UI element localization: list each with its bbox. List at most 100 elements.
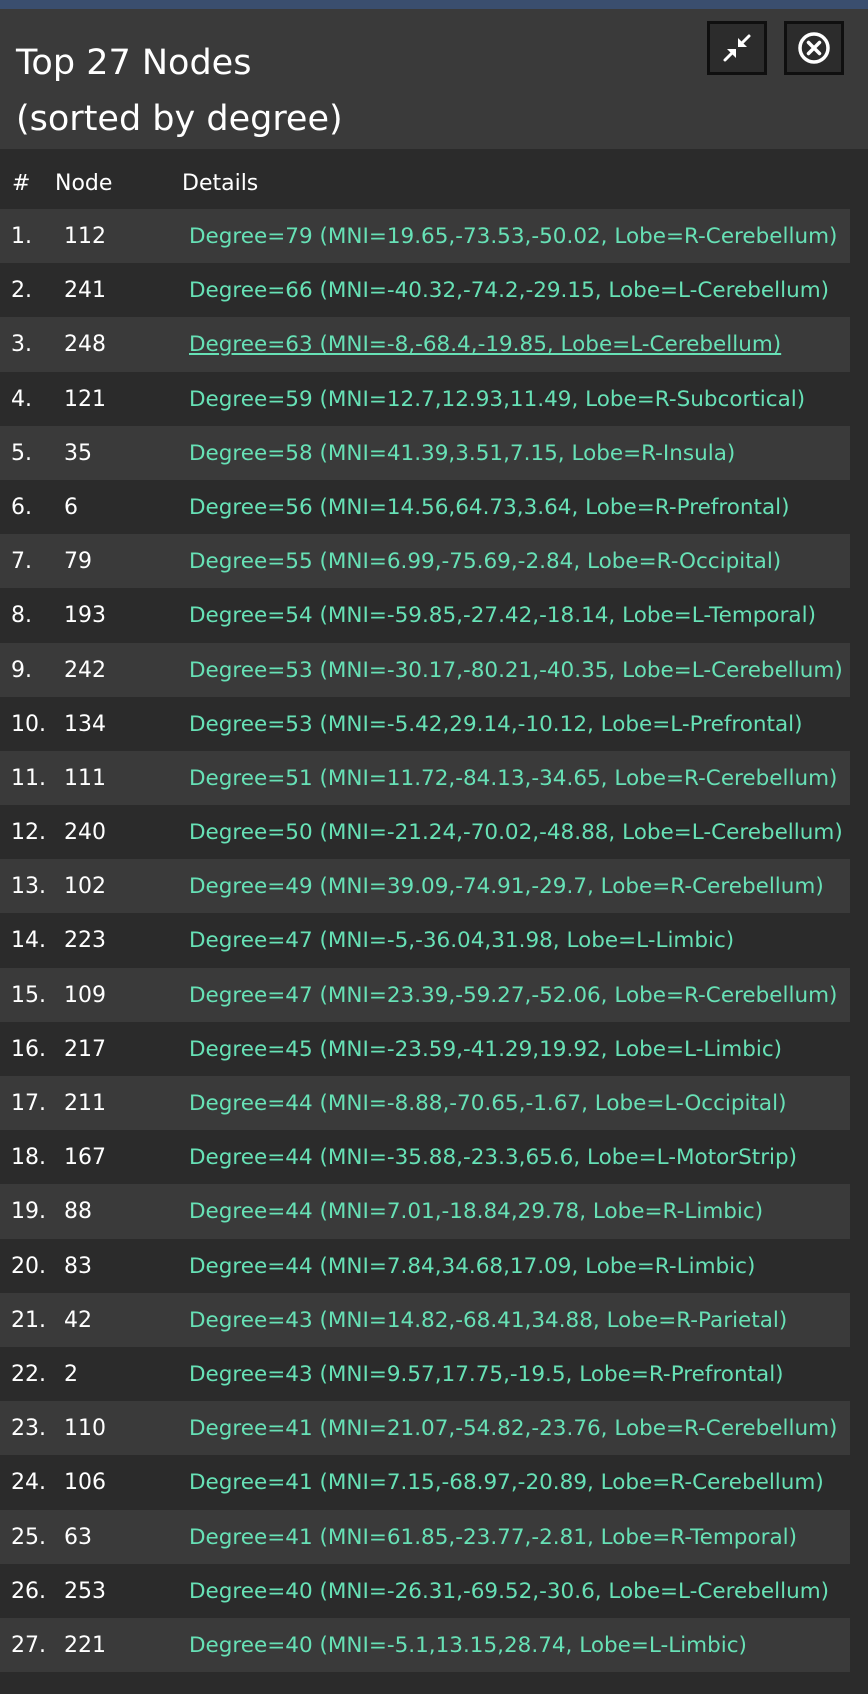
node-details-link[interactable]: Degree=63 (MNI=-8,-68.4,-19.85, Lobe=L-C… [189, 332, 781, 357]
table-row: 21. 42 Degree=43 (MNI=14.82,-68.41,34.88, … [0, 1292, 850, 1347]
row-number: 7. [11, 549, 32, 575]
node-table-body: 1. 112 Degree=79 (MNI=19.65,-73.53,-50.02,… [0, 209, 868, 1673]
table-row: 15. 109 Degree=47 (MNI=23.39,-59.27,-52.06… [0, 967, 850, 1022]
row-number: 12. [11, 820, 46, 846]
row-number: 8. [11, 603, 32, 629]
node-details-link[interactable]: Degree=44 (MNI=7.84,34.68,17.09, Lobe=R-… [189, 1254, 755, 1279]
row-number: 16. [11, 1036, 46, 1062]
table-row: 17. 211 Degree=44 (MNI=-8.88,-70.65,-1.67,… [0, 1076, 850, 1131]
node-id: 193 [64, 603, 106, 629]
table-row: 4. 121 Degree=59 (MNI=12.7,12.93,11.49, Lo… [0, 371, 850, 426]
node-id: 242 [64, 657, 106, 683]
node-details-link[interactable]: Degree=40 (MNI=-26.31,-69.52,-30.6, Lobe… [189, 1579, 829, 1604]
row-number: 22. [11, 1361, 46, 1387]
node-id: 253 [64, 1578, 106, 1604]
panel-title-line1: Top 27 Nodes [16, 43, 252, 83]
node-id: 134 [64, 711, 106, 737]
table-row: 10. 134 Degree=53 (MNI=-5.42,29.14,-10.12,… [0, 696, 850, 751]
node-details-link[interactable]: Degree=47 (MNI=-5,-36.04,31.98, Lobe=L-L… [189, 928, 734, 953]
node-id: 102 [64, 874, 106, 900]
node-details-link[interactable]: Degree=50 (MNI=-21.24,-70.02,-48.88, Lob… [189, 820, 843, 845]
node-details-link[interactable]: Degree=49 (MNI=39.09,-74.91,-29.7, Lobe=… [189, 874, 824, 899]
node-details-link[interactable]: Degree=55 (MNI=6.99,-75.69,-2.84, Lobe=R… [189, 549, 781, 574]
node-id: 211 [64, 1091, 106, 1116]
node-id: 223 [64, 928, 106, 954]
node-id: 110 [64, 1416, 106, 1442]
table-row: 23. 110 Degree=41 (MNI=21.07,-54.82,-23.76… [0, 1401, 850, 1456]
node-id: 221 [64, 1632, 106, 1658]
node-details-link[interactable]: Degree=45 (MNI=-23.59,-41.29,19.92, Lobe… [189, 1037, 782, 1062]
table-row: 3. 248 Degree=63 (MNI=-8,-68.4,-19.85, Lob… [0, 317, 850, 372]
node-id: 2 [64, 1361, 78, 1387]
node-details-link[interactable]: Degree=79 (MNI=19.65,-73.53,-50.02, Lobe… [189, 224, 837, 249]
row-number: 14. [11, 928, 46, 954]
column-header-details: Details [182, 171, 259, 196]
panel-header: Top 27 Nodes (sorted by degree) [0, 9, 868, 149]
node-details-link[interactable]: Degree=41 (MNI=7.15,-68.97,-20.89, Lobe=… [189, 1470, 824, 1495]
node-id: 121 [64, 386, 106, 412]
node-id: 83 [64, 1253, 92, 1279]
node-details-link[interactable]: Degree=40 (MNI=-5.1,13.15,28.74, Lobe=L-… [189, 1633, 747, 1658]
table-row: 16. 217 Degree=45 (MNI=-23.59,-41.29,19.92… [0, 1021, 850, 1076]
column-header-number: # [12, 171, 31, 196]
node-details-link[interactable]: Degree=53 (MNI=-30.17,-80.21,-40.35, Lob… [189, 658, 843, 683]
table-row: 18. 167 Degree=44 (MNI=-35.88,-23.3,65.6, … [0, 1130, 850, 1185]
node-details-link[interactable]: Degree=54 (MNI=-59.85,-27.42,-18.14, Lob… [189, 603, 816, 628]
row-number: 18. [11, 1145, 46, 1171]
close-circle-icon [798, 32, 830, 64]
node-details-link[interactable]: Degree=44 (MNI=7.01,-18.84,29.78, Lobe=R… [189, 1199, 763, 1224]
node-details-link[interactable]: Degree=44 (MNI=-35.88,-23.3,65.6, Lobe=L… [189, 1145, 797, 1170]
table-header: # Node Details [0, 159, 868, 209]
node-id: 241 [64, 278, 106, 304]
row-number: 26. [11, 1578, 46, 1604]
table-row: 11. 111 Degree=51 (MNI=11.72,-84.13,-34.65… [0, 750, 850, 806]
node-details-link[interactable]: Degree=51 (MNI=11.72,-84.13,-34.65, Lobe… [189, 766, 837, 791]
column-header-node: Node [55, 171, 113, 196]
node-details-link[interactable]: Degree=59 (MNI=12.7,12.93,11.49, Lobe=R-… [189, 387, 805, 412]
compress-arrows-icon [723, 34, 751, 62]
row-number: 24. [11, 1470, 46, 1496]
node-id: 63 [64, 1524, 92, 1550]
row-number: 11. [11, 765, 46, 791]
row-number: 10. [11, 711, 46, 737]
row-number: 4. [11, 386, 32, 412]
table-row: 26. 253 Degree=40 (MNI=-26.31,-69.52,-30.6… [0, 1563, 850, 1618]
node-id: 217 [64, 1036, 106, 1062]
row-number: 9. [11, 657, 32, 683]
row-number: 3. [11, 332, 32, 358]
panel-title-line2: (sorted by degree) [16, 99, 343, 139]
node-id: 248 [64, 332, 106, 358]
node-details-link[interactable]: Degree=43 (MNI=9.57,17.75,-19.5, Lobe=R-… [189, 1362, 784, 1387]
node-details-link[interactable]: Degree=41 (MNI=21.07,-54.82,-23.76, Lobe… [189, 1416, 837, 1441]
node-details-link[interactable]: Degree=53 (MNI=-5.42,29.14,-10.12, Lobe=… [189, 712, 803, 737]
node-details-link[interactable]: Degree=66 (MNI=-40.32,-74.2,-29.15, Lobe… [189, 278, 829, 303]
node-details-link[interactable]: Degree=56 (MNI=14.56,64.73,3.64, Lobe=R-… [189, 495, 789, 520]
table-row: 8. 193 Degree=54 (MNI=-59.85,-27.42,-18.14… [0, 588, 850, 643]
row-number: 5. [11, 440, 32, 466]
window-top-bar [0, 0, 868, 9]
table-row: 1. 112 Degree=79 (MNI=19.65,-73.53,-50.02,… [0, 209, 850, 264]
node-id: 240 [64, 820, 106, 846]
table-row: 2. 241 Degree=66 (MNI=-40.32,-74.2,-29.15,… [0, 263, 850, 318]
node-details-link[interactable]: Degree=58 (MNI=41.39,3.51,7.15, Lobe=R-I… [189, 441, 735, 466]
row-number: 2. [11, 278, 32, 304]
node-id: 111 [64, 765, 106, 791]
node-details-link[interactable]: Degree=44 (MNI=-8.88,-70.65,-1.67, Lobe=… [189, 1091, 786, 1116]
node-id: 112 [64, 224, 106, 249]
node-id: 88 [64, 1199, 92, 1225]
table-row: 5. 35 Degree=58 (MNI=41.39,3.51,7.15, Lobe… [0, 425, 850, 480]
row-number: 23. [11, 1416, 46, 1442]
node-details-link[interactable]: Degree=43 (MNI=14.82,-68.41,34.88, Lobe=… [189, 1308, 787, 1333]
node-details-link[interactable]: Degree=41 (MNI=61.85,-23.77,-2.81, Lobe=… [189, 1525, 797, 1550]
top-nodes-panel: Top 27 Nodes (sorted by degree) # Node D… [0, 9, 868, 1694]
table-row: 27. 221 Degree=40 (MNI=-5.1,13.15,28.74, L… [0, 1617, 850, 1673]
row-number: 6. [11, 494, 32, 520]
minimize-button[interactable] [707, 21, 767, 75]
row-number: 21. [11, 1307, 46, 1333]
row-number: 25. [11, 1524, 46, 1550]
table-row: 14. 223 Degree=47 (MNI=-5,-36.04,31.98, Lo… [0, 913, 850, 968]
table-row: 12. 240 Degree=50 (MNI=-21.24,-70.02,-48.8… [0, 805, 850, 860]
close-button[interactable] [784, 21, 844, 75]
node-id: 35 [64, 440, 92, 466]
node-details-link[interactable]: Degree=47 (MNI=23.39,-59.27,-52.06, Lobe… [189, 983, 837, 1008]
